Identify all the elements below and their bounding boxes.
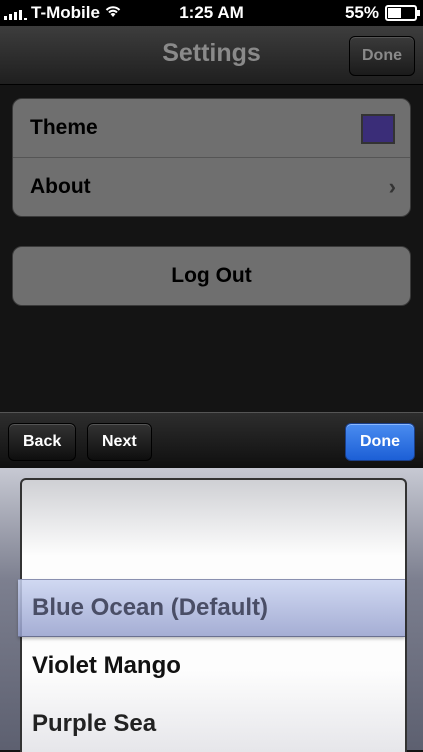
logout-label: Log Out bbox=[171, 264, 252, 287]
battery-icon bbox=[385, 5, 420, 21]
nav-done-button[interactable]: Done bbox=[349, 36, 415, 76]
logout-group: Log Out bbox=[12, 246, 411, 306]
theme-row[interactable]: Theme bbox=[13, 99, 410, 157]
battery-percent: 55% bbox=[344, 3, 379, 22]
about-label: About bbox=[30, 175, 91, 198]
chevron-right-icon: › bbox=[388, 174, 396, 199]
picker-option[interactable]: Violet Mango bbox=[32, 652, 181, 680]
picker-option[interactable]: Purple Sea bbox=[32, 710, 156, 738]
theme-label: Theme bbox=[30, 116, 98, 139]
next-button[interactable]: Next bbox=[87, 423, 152, 461]
theme-color-swatch bbox=[361, 114, 395, 144]
settings-group: Theme About › bbox=[12, 98, 411, 217]
about-row[interactable]: About › bbox=[13, 157, 410, 216]
status-right: 55% bbox=[344, 3, 420, 23]
navigation-bar: Settings Done bbox=[0, 26, 423, 85]
logout-button[interactable]: Log Out bbox=[13, 247, 410, 305]
status-bar: T-Mobile 1:25 AM 55% bbox=[0, 0, 423, 26]
toolbar-done-button[interactable]: Done bbox=[345, 423, 415, 461]
back-button[interactable]: Back bbox=[8, 423, 77, 461]
picker-selected-option: Blue Ocean (Default) bbox=[32, 594, 269, 621]
picker-toolbar: Back Next Done bbox=[0, 412, 423, 469]
picker-selection-indicator[interactable]: Blue Ocean (Default) bbox=[18, 579, 405, 637]
